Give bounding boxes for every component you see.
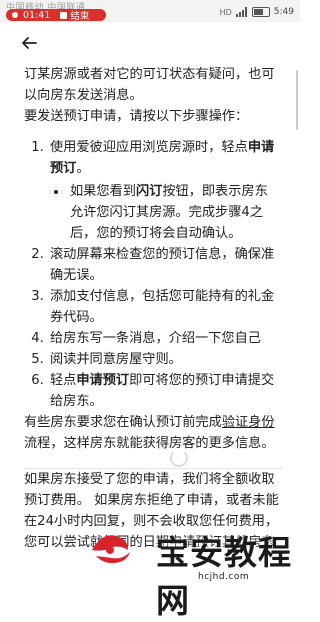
step-2: 滚动屏幕来检查您的预订信息，确保准确无误。 xyxy=(48,244,279,286)
signal-icon xyxy=(235,7,247,17)
sub-text-pre: 如果您看到 xyxy=(70,184,136,199)
step-4: 给房东写一条消息，介绍一下您自己 xyxy=(48,328,279,349)
step-1-text: 使用爱彼迎应用浏览房源时，轻点 xyxy=(50,140,248,155)
step-5: 阅读并同意房屋守则。 xyxy=(48,349,279,370)
verification-post: 流程，这样房东就能获得房客的更多信息。 xyxy=(24,436,275,451)
back-button[interactable] xyxy=(18,32,40,54)
step-6: 轻点申请预订即可将您的预订申请提交给房东。 xyxy=(48,370,279,412)
recording-time: 01:41 xyxy=(23,9,51,21)
scrollbar[interactable] xyxy=(296,70,298,130)
watermark-logo-icon xyxy=(92,535,130,564)
steps-list: 使用爱彼迎应用浏览房源时，轻点申请预订 。 如果您看到闪订按钮，即表示房东允许您闪… xyxy=(24,137,279,412)
verification-paragraph: 有些房东要求您在确认预订前完成验证身份流程，这样房东就能获得房客的更多信息。 xyxy=(24,412,279,454)
arrow-left-icon xyxy=(22,37,37,49)
status-icons: HD 5:49 xyxy=(220,5,294,19)
article-body: 订某房源或者对它的可订状态有疑问，也可以向房东发送消息。 要发送预订申请，请按以… xyxy=(24,64,283,553)
watermark: 宝安教程网 hcjhd.com xyxy=(60,522,300,620)
verification-pre: 有些房东要求您在确认预订前完成 xyxy=(24,415,222,430)
step-1-sublist: 如果您看到闪订按钮，即表示房东允许您闪订其房源。完成步骤4之后，您的预订将会自动… xyxy=(50,181,279,244)
watermark-url: hcjhd.com xyxy=(198,572,250,582)
verify-identity-link[interactable]: 验证身份 xyxy=(222,415,275,430)
instant-book-bold: 闪订 xyxy=(135,184,163,199)
status-bar: 中国移动 中国联通 01:41 结束 HD 5:49 xyxy=(0,0,300,22)
step-6-text: 轻点 xyxy=(50,373,77,388)
step-3: 添加支付信息，包括您可能持有的礼金券代码。 xyxy=(48,286,279,328)
request-booking-bold-2: 申请预订 xyxy=(76,373,130,388)
loading-spinner-icon xyxy=(170,449,188,467)
recording-dot-icon xyxy=(12,12,18,18)
battery-icon xyxy=(251,7,270,17)
top-nav xyxy=(0,22,300,64)
stop-icon xyxy=(60,11,68,19)
steps-intro: 要发送预订申请，请按以下步骤操作： xyxy=(24,109,249,124)
instant-book-note: 如果您看到闪订按钮，即表示房东允许您闪订其房源。完成步骤4之后，您的预订将会自动… xyxy=(68,181,279,244)
intro-paragraph: 订某房源或者对它的可订状态有疑问，也可以向房东发送消息。 xyxy=(24,67,275,103)
step-1-end: 。 xyxy=(76,161,90,176)
network-tag: HD xyxy=(219,7,232,17)
screen-recording-pill[interactable]: 01:41 结束 xyxy=(6,9,106,22)
clock: 5:49 xyxy=(273,7,294,17)
step-1: 使用爱彼迎应用浏览房源时，轻点申请预订。 如果您看到闪订按钮，即表示房东允许您闪… xyxy=(48,137,279,244)
recording-end-label: 结束 xyxy=(70,11,90,22)
